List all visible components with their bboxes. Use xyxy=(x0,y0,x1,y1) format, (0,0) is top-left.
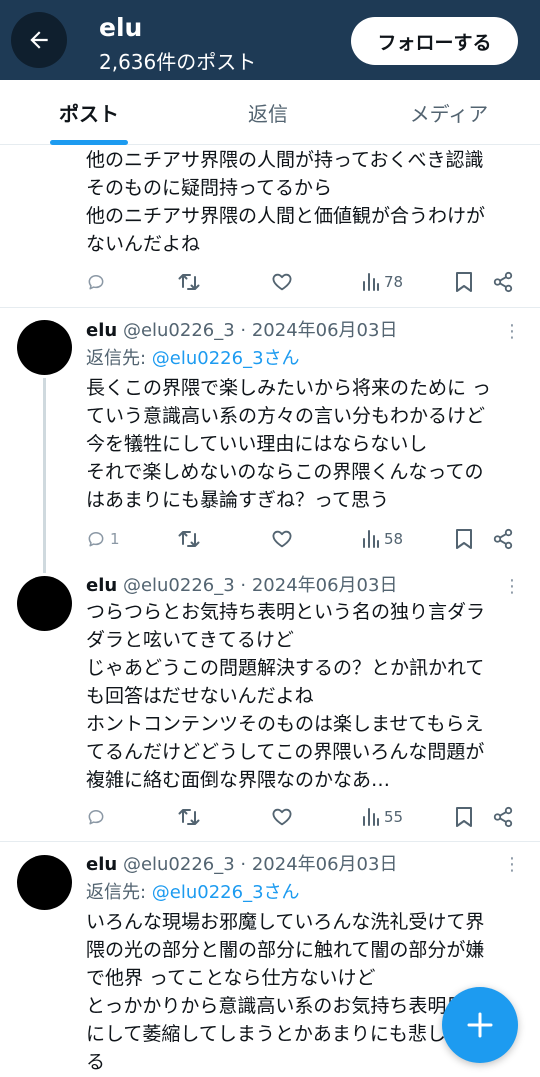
views-button[interactable]: 58 xyxy=(362,527,403,551)
repost-button[interactable] xyxy=(177,805,201,829)
plus-icon xyxy=(467,1012,493,1038)
bookmark-button[interactable] xyxy=(455,805,473,829)
tab-posts[interactable]: ポスト xyxy=(0,80,178,144)
bookmark-button[interactable] xyxy=(455,270,473,294)
follow-button[interactable]: フォローする xyxy=(351,17,518,65)
share-icon xyxy=(493,528,513,550)
author-name[interactable]: elu xyxy=(86,854,117,875)
reply-button[interactable]: 1 xyxy=(86,527,120,551)
post-text: つらつらとお気持ち表明という名の独り言ダラ ダラと呟いてきてるけど じゃあどうこ… xyxy=(86,601,486,791)
profile-tabs: ポスト 返信 メディア xyxy=(0,80,540,145)
reply-target-link[interactable]: @elu0226_3さん xyxy=(152,348,300,369)
author-handle-date: @elu0226_3 · 2024年06月03日 xyxy=(122,575,398,596)
repost-icon xyxy=(178,809,200,825)
repost-icon xyxy=(178,531,200,547)
profile-header: elu 2,636件のポスト フォローする xyxy=(0,0,540,80)
author-handle-date: @elu0226_3 · 2024年06月03日 xyxy=(122,854,398,875)
author-name[interactable]: elu xyxy=(86,320,117,341)
active-tab-indicator xyxy=(50,140,128,145)
repost-button[interactable] xyxy=(177,270,201,294)
share-icon xyxy=(493,271,513,293)
tab-replies[interactable]: 返信 xyxy=(178,80,358,144)
reply-prefix: 返信先: xyxy=(86,882,152,903)
views-button[interactable]: 78 xyxy=(362,270,403,294)
profile-name: elu xyxy=(99,13,143,42)
share-icon xyxy=(493,806,513,828)
divider xyxy=(0,307,540,308)
back-button[interactable] xyxy=(11,12,67,68)
more-icon: ⋮ xyxy=(503,854,521,875)
arrow-left-icon xyxy=(30,31,48,49)
reply-to: 返信先: @elu0226_3さん xyxy=(86,879,300,907)
reply-icon xyxy=(88,275,104,290)
post-text: 他のニチアサ界隈の人間が持っておくべき認識 そのものに疑問持ってるから 他のニチ… xyxy=(86,149,486,255)
share-button[interactable] xyxy=(492,805,514,829)
avatar[interactable] xyxy=(17,576,72,631)
like-button[interactable] xyxy=(271,527,293,551)
reply-icon xyxy=(88,810,104,825)
post-text: 長くこの界隈で楽しみたいから将来のために っ ていう意識高い系の方々の言い分もわ… xyxy=(86,377,492,511)
view-count: 55 xyxy=(384,808,404,826)
reply-count: 1 xyxy=(110,530,120,548)
post-meta: elu @elu0226_3 · 2024年06月03日 xyxy=(86,572,397,600)
views-icon xyxy=(363,808,379,826)
reply-button[interactable] xyxy=(86,270,110,294)
post-meta: elu @elu0226_3 · 2024年06月03日 xyxy=(86,317,397,345)
more-icon: ⋮ xyxy=(503,321,521,342)
reply-prefix: 返信先: xyxy=(86,348,152,369)
divider xyxy=(0,841,540,842)
reply-target-link[interactable]: @elu0226_3さん xyxy=(152,882,300,903)
like-button[interactable] xyxy=(271,270,293,294)
share-button[interactable] xyxy=(492,527,514,551)
heart-icon xyxy=(272,808,292,826)
thread-line xyxy=(43,378,46,573)
post-meta: elu @elu0226_3 · 2024年06月03日 xyxy=(86,851,397,879)
more-button[interactable]: ⋮ xyxy=(500,575,524,599)
more-icon: ⋮ xyxy=(503,576,521,597)
heart-icon xyxy=(272,530,292,548)
reply-icon xyxy=(88,532,104,547)
author-name[interactable]: elu xyxy=(86,575,117,596)
compose-button[interactable] xyxy=(442,987,518,1063)
bookmark-icon xyxy=(456,807,472,827)
heart-icon xyxy=(272,273,292,291)
avatar[interactable] xyxy=(17,320,72,375)
avatar[interactable] xyxy=(17,855,72,910)
view-count: 58 xyxy=(384,530,404,548)
bookmark-icon xyxy=(456,272,472,292)
views-icon xyxy=(363,530,379,548)
more-button[interactable]: ⋮ xyxy=(500,320,524,344)
share-button[interactable] xyxy=(492,270,514,294)
repost-icon xyxy=(178,274,200,290)
repost-button[interactable] xyxy=(177,527,201,551)
bookmark-icon xyxy=(456,529,472,549)
views-button[interactable]: 55 xyxy=(362,805,403,829)
tab-media[interactable]: メディア xyxy=(358,80,540,144)
more-button[interactable]: ⋮ xyxy=(500,853,524,877)
like-button[interactable] xyxy=(271,805,293,829)
author-handle-date: @elu0226_3 · 2024年06月03日 xyxy=(122,320,398,341)
reply-button[interactable] xyxy=(86,805,110,829)
post-count: 2,636件のポスト xyxy=(99,50,257,74)
views-icon xyxy=(363,273,379,291)
bookmark-button[interactable] xyxy=(455,527,473,551)
view-count: 78 xyxy=(384,273,404,291)
reply-to: 返信先: @elu0226_3さん xyxy=(86,345,300,373)
